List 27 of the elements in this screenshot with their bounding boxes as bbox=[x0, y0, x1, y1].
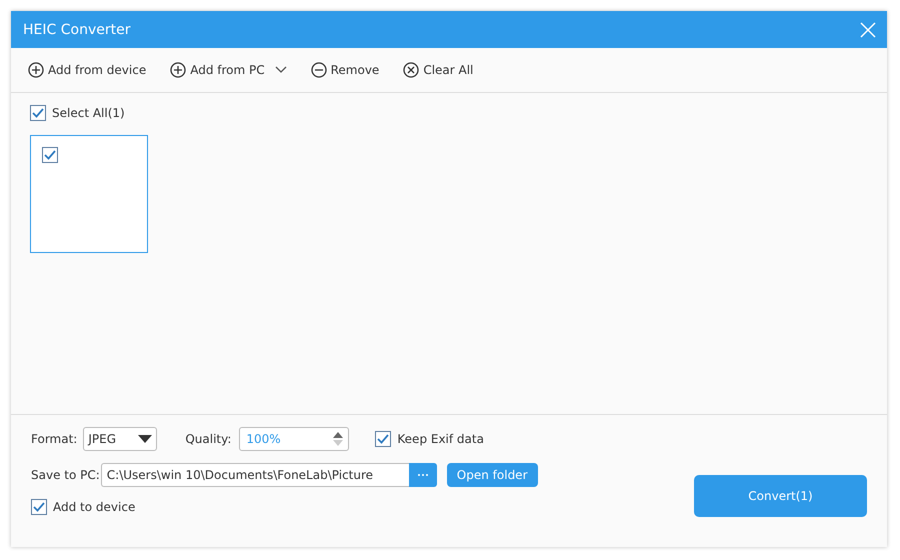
add-icon bbox=[170, 62, 186, 78]
format-dropdown[interactable]: JPEG bbox=[83, 427, 158, 451]
clear-icon bbox=[403, 62, 420, 78]
toolbar-button[interactable]: Remove bbox=[310, 62, 380, 78]
toolbar-button[interactable]: Add from PC bbox=[170, 62, 287, 78]
select-all-label: Select All(1) bbox=[52, 106, 125, 120]
toolbar-button[interactable]: Add from device bbox=[28, 62, 146, 78]
select-all-checkbox[interactable] bbox=[30, 105, 46, 121]
add-to-device-checkbox[interactable] bbox=[31, 499, 47, 515]
toolbar-button[interactable]: Clear All bbox=[403, 62, 474, 78]
spinner-arrows-icon bbox=[332, 431, 344, 447]
format-label: Format: bbox=[31, 432, 78, 446]
add-to-device-label: Add to device bbox=[53, 500, 136, 514]
browse-button[interactable] bbox=[408, 463, 437, 487]
dropdown-icon bbox=[138, 435, 152, 443]
keep-exif-checkbox[interactable] bbox=[375, 431, 392, 447]
close-button[interactable] bbox=[859, 20, 877, 38]
save-to-pc-label: Save to PC: bbox=[31, 468, 100, 482]
window-title: HEIC Converter bbox=[23, 22, 130, 38]
image-thumbnail[interactable] bbox=[30, 135, 148, 253]
keep-exif-label: Keep Exif data bbox=[397, 432, 484, 446]
minus-icon bbox=[310, 62, 327, 78]
quality-label: Quality: bbox=[185, 432, 232, 446]
thumbnail-checkbox[interactable] bbox=[42, 147, 58, 163]
add-icon bbox=[28, 62, 44, 78]
caret-icon bbox=[274, 66, 287, 74]
path-field[interactable]: C:\Users\win 10\Documents\FoneLab\Picture bbox=[100, 463, 409, 487]
